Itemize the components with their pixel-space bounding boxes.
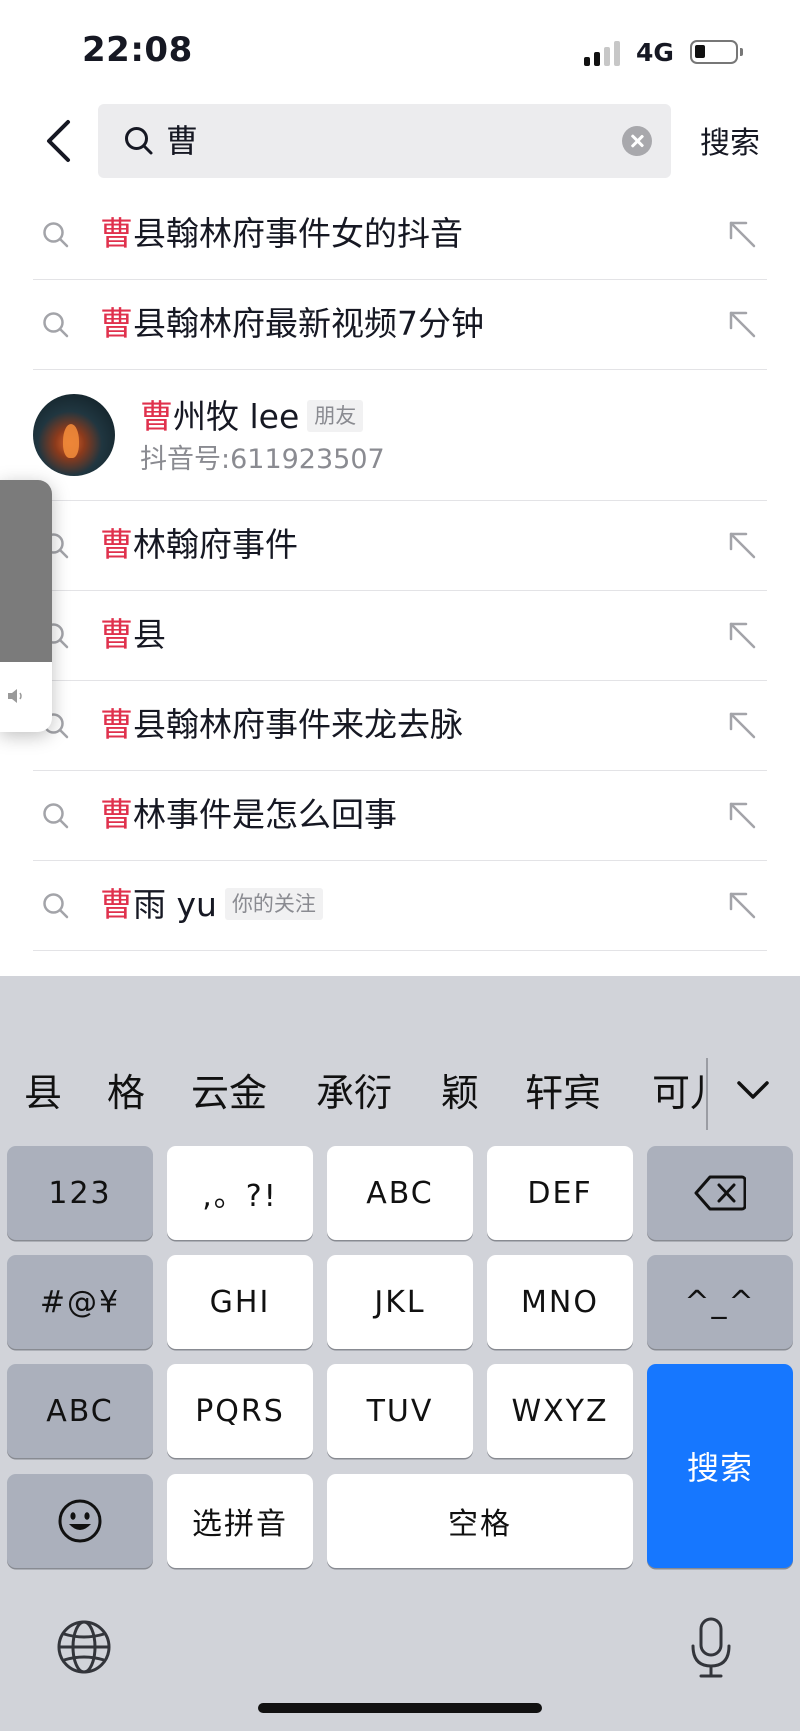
- network-type: 4G: [636, 38, 674, 67]
- candidate-item[interactable]: 县: [24, 1068, 62, 1118]
- mno-key[interactable]: MNO: [487, 1255, 633, 1349]
- user-name-highlight: 曹: [140, 397, 173, 436]
- suggestion-item[interactable]: 曹雨 yu 你的关注: [0, 861, 800, 951]
- suggestion-rest: 县: [133, 615, 166, 654]
- suggestion-highlight: 曹: [100, 885, 133, 924]
- search-input[interactable]: 曹: [98, 104, 671, 178]
- search-query-text: 曹: [166, 122, 199, 160]
- suggestion-item[interactable]: 曹县翰林府事件女的抖音: [0, 190, 800, 280]
- suggestion-item[interactable]: 曹林事件是怎么回事: [0, 771, 800, 861]
- keyboard-search-key[interactable]: 搜索: [647, 1364, 793, 1568]
- following-tag: 你的关注: [224, 887, 323, 920]
- suggestion-text: 曹雨 yu 你的关注: [100, 881, 323, 929]
- suggestion-highlight: 曹: [100, 705, 133, 744]
- jkl-key[interactable]: JKL: [327, 1255, 473, 1349]
- arrow-up-left-icon[interactable]: [726, 308, 758, 340]
- punctuation-key[interactable]: ,。?!: [167, 1146, 313, 1240]
- suggestion-item[interactable]: 曹县翰林府最新视频7分钟: [0, 280, 800, 370]
- avatar: [33, 394, 115, 476]
- arrow-up-left-icon[interactable]: [726, 709, 758, 741]
- suggestion-highlight: 曹: [100, 525, 133, 564]
- cellular-signal-icon: [584, 40, 624, 66]
- speaker-icon: [8, 689, 22, 703]
- numbers-key[interactable]: 123: [7, 1146, 153, 1240]
- chevron-down-icon: [737, 1081, 769, 1099]
- user-result-item[interactable]: 曹州牧 lee 朋友 抖音号:611923507: [0, 370, 800, 501]
- globe-icon[interactable]: [55, 1618, 113, 1680]
- suggestion-rest: 林翰府事件: [133, 525, 298, 564]
- expand-candidates-button[interactable]: [728, 1070, 778, 1110]
- user-name-rest: 州牧 lee: [173, 397, 300, 436]
- emoji-icon: [58, 1499, 102, 1543]
- arrow-up-left-icon[interactable]: [726, 799, 758, 831]
- arrow-up-left-icon[interactable]: [726, 619, 758, 651]
- tuv-key[interactable]: TUV: [327, 1364, 473, 1458]
- suggestion-item[interactable]: 曹林翰府事件: [0, 501, 800, 591]
- candidate-item[interactable]: 云金: [191, 1068, 267, 1118]
- home-indicator: [258, 1703, 542, 1713]
- select-pinyin-key[interactable]: 选拼音: [167, 1474, 313, 1568]
- ghi-key[interactable]: GHI: [167, 1255, 313, 1349]
- candidate-bar: 县 格 云金 承衍 颖 轩宾 可儿: [0, 1040, 800, 1150]
- emoticon-key[interactable]: ^_^: [647, 1255, 793, 1349]
- search-icon: [43, 312, 69, 338]
- def-key[interactable]: DEF: [487, 1146, 633, 1240]
- friend-tag: 朋友: [307, 399, 364, 432]
- arrow-up-left-icon[interactable]: [726, 218, 758, 250]
- candidate-item[interactable]: 承衍: [316, 1068, 392, 1118]
- candidate-separator: [706, 1058, 708, 1130]
- pqrs-key[interactable]: PQRS: [167, 1364, 313, 1458]
- search-button[interactable]: 搜索: [700, 118, 760, 162]
- suggestion-item[interactable]: 曹县翰林府事件来龙去脉: [0, 681, 800, 771]
- status-bar: 22:08 4G: [0, 0, 800, 100]
- suggestion-item[interactable]: 曹县: [0, 591, 800, 681]
- back-button[interactable]: [30, 110, 86, 172]
- suggestion-rest: 县翰林府事件来龙去脉: [133, 705, 463, 744]
- abc-letters-key[interactable]: ABC: [327, 1146, 473, 1240]
- search-icon: [43, 222, 69, 248]
- volume-slider[interactable]: [0, 480, 52, 732]
- search-icon: [125, 127, 153, 155]
- chevron-left-icon: [47, 120, 70, 162]
- volume-level-fill: [0, 480, 52, 662]
- symbols-key[interactable]: #@¥: [7, 1255, 153, 1349]
- candidate-item[interactable]: 颖: [441, 1068, 479, 1118]
- suggestion-text: 曹县翰林府最新视频7分钟: [100, 300, 484, 348]
- arrow-up-left-icon[interactable]: [726, 529, 758, 561]
- candidate-item[interactable]: 可儿: [652, 1068, 706, 1118]
- suggestion-text: 曹县翰林府事件来龙去脉: [100, 701, 463, 749]
- battery-icon: [690, 40, 743, 64]
- suggestion-highlight: 曹: [100, 795, 133, 834]
- suggestion-highlight: 曹: [100, 304, 133, 343]
- suggestion-text: 曹县: [100, 611, 166, 659]
- suggestion-rest: 县翰林府事件女的抖音: [133, 214, 463, 253]
- suggestion-rest: 县翰林府最新视频7分钟: [133, 304, 484, 343]
- backspace-icon: [694, 1175, 746, 1211]
- suggestion-list: 曹县翰林府事件女的抖音 曹县翰林府最新视频7分钟 曹州牧 lee 朋友 抖音号:6…: [0, 190, 800, 951]
- suggestion-rest: 林事件是怎么回事: [133, 795, 397, 834]
- suggestion-highlight: 曹: [100, 615, 133, 654]
- status-time: 22:08: [82, 30, 193, 70]
- suggestion-text: 曹林事件是怎么回事: [100, 791, 397, 839]
- divider: [33, 950, 767, 951]
- abc-switch-key[interactable]: ABC: [7, 1364, 153, 1458]
- search-icon: [43, 893, 69, 919]
- clear-icon[interactable]: [622, 126, 652, 156]
- candidate-item[interactable]: 轩宾: [525, 1068, 601, 1118]
- suggestion-text: 曹县翰林府事件女的抖音: [100, 210, 463, 258]
- microphone-icon[interactable]: [688, 1616, 734, 1684]
- emoji-key[interactable]: [7, 1474, 153, 1568]
- user-name: 曹州牧 lee 朋友: [140, 394, 364, 440]
- backspace-key[interactable]: [647, 1146, 793, 1240]
- arrow-up-left-icon[interactable]: [726, 889, 758, 921]
- douyin-id: 抖音号:611923507: [140, 444, 385, 475]
- suggestion-text: 曹林翰府事件: [100, 521, 298, 569]
- suggestion-rest: 雨 yu: [133, 885, 217, 924]
- space-key[interactable]: 空格: [327, 1474, 633, 1568]
- wxyz-key[interactable]: WXYZ: [487, 1364, 633, 1458]
- candidate-item[interactable]: 格: [107, 1068, 145, 1118]
- suggestion-highlight: 曹: [100, 214, 133, 253]
- search-icon: [43, 803, 69, 829]
